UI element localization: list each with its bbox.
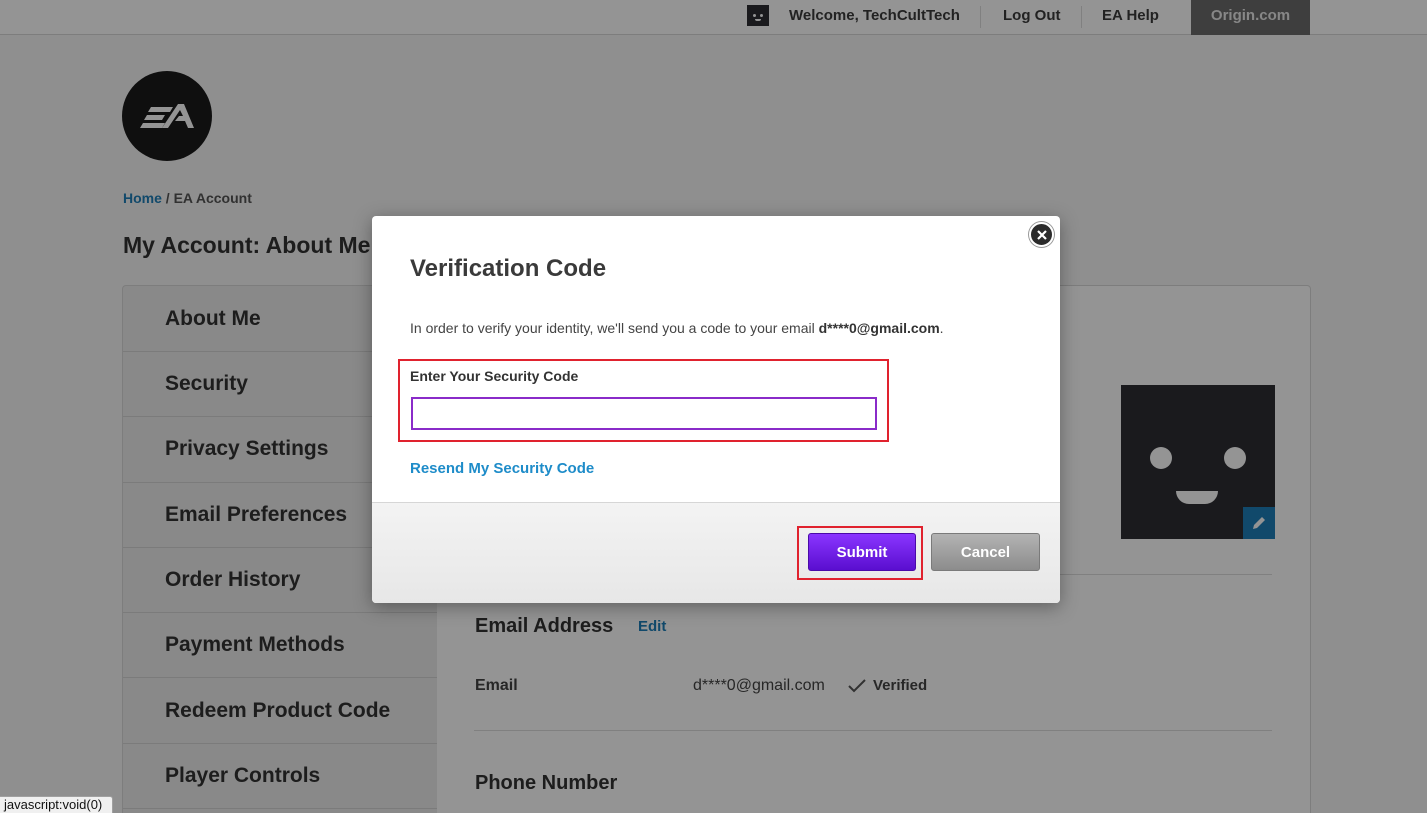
intro-text: In order to verify your identity, we'll … (410, 320, 819, 336)
intro-suffix: . (939, 320, 944, 336)
resend-code-link[interactable]: Resend My Security Code (410, 460, 594, 477)
dialog-intro: In order to verify your identity, we'll … (410, 320, 944, 336)
browser-status-bar: javascript:void(0) (0, 796, 114, 813)
intro-email: d****0@gmail.com (818, 320, 940, 336)
dialog-title: Verification Code (410, 255, 607, 282)
close-button[interactable] (1029, 222, 1054, 247)
submit-button[interactable]: Submit (808, 533, 916, 571)
verification-code-dialog: Verification Code In order to verify you… (372, 216, 1060, 603)
security-code-input[interactable] (411, 397, 877, 430)
close-icon (1036, 229, 1047, 240)
cancel-button[interactable]: Cancel (931, 533, 1040, 571)
security-code-label: Enter Your Security Code (410, 368, 579, 384)
